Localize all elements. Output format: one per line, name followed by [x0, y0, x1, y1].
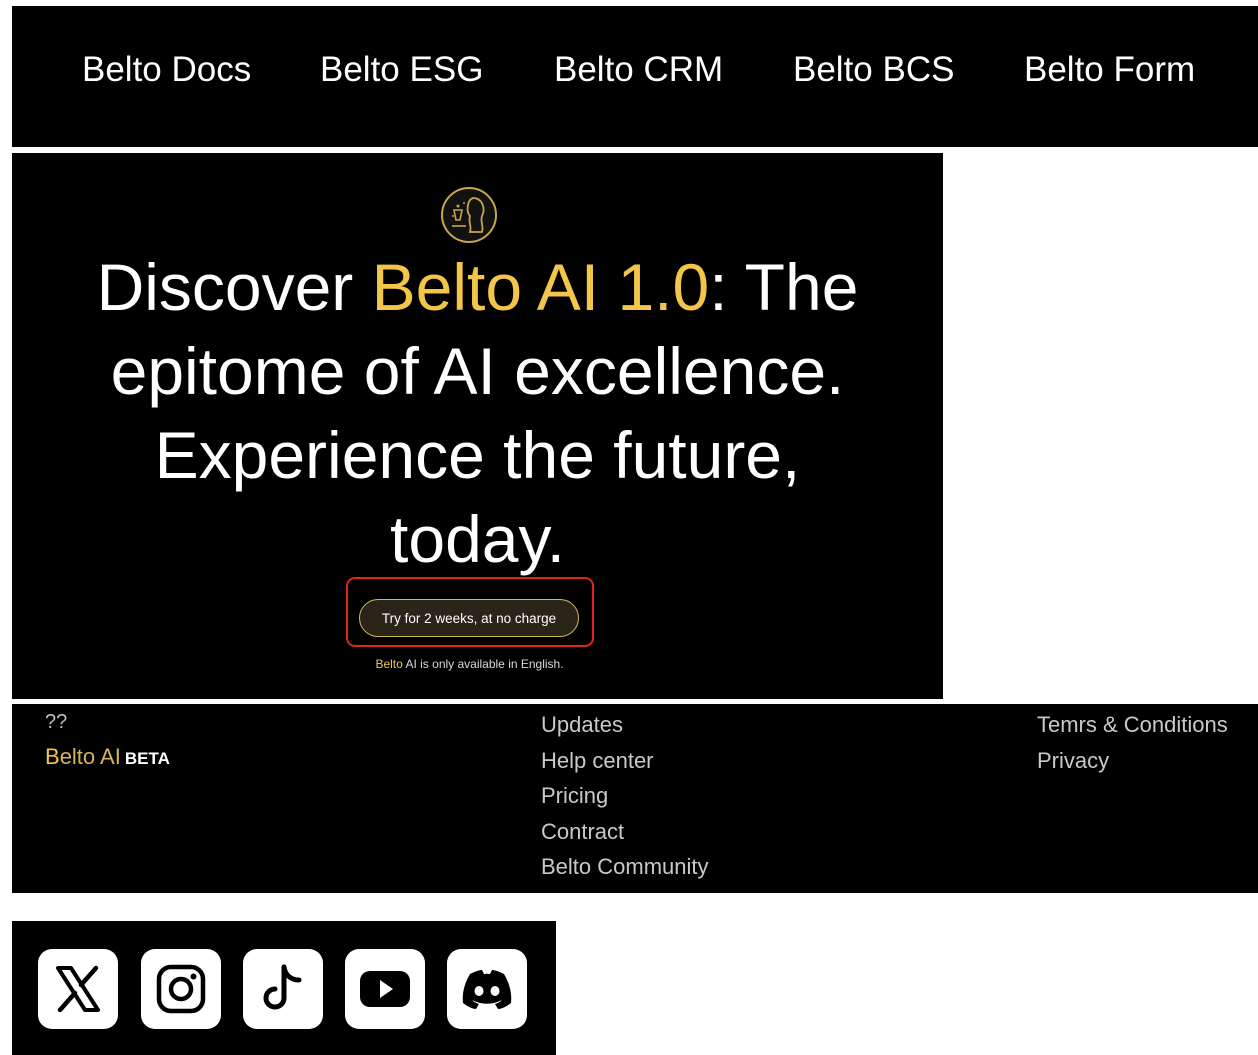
hero-section: Discover Belto AI 1.0: The epitome of AI…	[12, 153, 943, 699]
language-note: Belto AI is only available in English.	[12, 657, 927, 671]
footer-link-contract[interactable]: Contract	[541, 814, 709, 850]
headline-line-4: today.	[390, 502, 565, 576]
footer-link-pricing[interactable]: Pricing	[541, 778, 709, 814]
youtube-icon[interactable]	[345, 949, 425, 1029]
footer-brand[interactable]: Belto AI BETA	[45, 737, 170, 779]
nav-belto-crm[interactable]: Belto CRM	[554, 50, 723, 90]
language-note-brand: Belto	[375, 657, 403, 671]
footer-link-help-center[interactable]: Help center	[541, 743, 709, 779]
footer-brand-column: ?? Belto AI BETA	[45, 707, 170, 779]
x-icon[interactable]	[38, 949, 118, 1029]
belto-emblem-icon	[440, 186, 498, 244]
headline-line-3: Experience the future,	[154, 418, 801, 492]
headline-pre: Discover	[96, 250, 372, 324]
tiktok-icon[interactable]	[243, 949, 323, 1029]
brand-first-letter: B	[45, 744, 60, 769]
footer-link-community[interactable]: Belto Community	[541, 849, 709, 885]
instagram-icon[interactable]	[141, 949, 221, 1029]
beta-badge: BETA	[124, 749, 170, 768]
top-navigation: Belto Docs Belto ESG Belto CRM Belto BCS…	[12, 6, 1258, 147]
footer-link-terms[interactable]: Temrs & Conditions	[1037, 707, 1228, 743]
nav-belto-form[interactable]: Belto Form	[1024, 50, 1195, 90]
headline-product-name: Belto AI 1.0	[371, 250, 710, 324]
footer-link-privacy[interactable]: Privacy	[1037, 743, 1228, 779]
headline-line-2: epitome of AI excellence.	[110, 334, 845, 408]
social-links	[12, 921, 556, 1055]
brand-name: elto AI	[59, 744, 121, 769]
hero-headline: Discover Belto AI 1.0: The epitome of AI…	[12, 245, 943, 581]
nav-belto-bcs[interactable]: Belto BCS	[793, 50, 954, 90]
language-note-text: AI is only available in English.	[402, 657, 564, 671]
free-trial-button[interactable]: Try for 2 weeks, at no charge	[359, 599, 579, 637]
footer-links-column: Updates Help center Pricing Contract Bel…	[541, 707, 709, 885]
footer-link-updates[interactable]: Updates	[541, 707, 709, 743]
footer: ?? Belto AI BETA Updates Help center Pric…	[12, 704, 1258, 893]
footer-legal-column: Temrs & Conditions Privacy	[1037, 707, 1228, 778]
headline-post: : The	[709, 250, 859, 324]
brand-placeholder: ??	[45, 711, 68, 733]
discord-icon[interactable]	[447, 949, 527, 1029]
nav-belto-esg[interactable]: Belto ESG	[320, 50, 483, 90]
nav-belto-docs[interactable]: Belto Docs	[82, 50, 251, 90]
